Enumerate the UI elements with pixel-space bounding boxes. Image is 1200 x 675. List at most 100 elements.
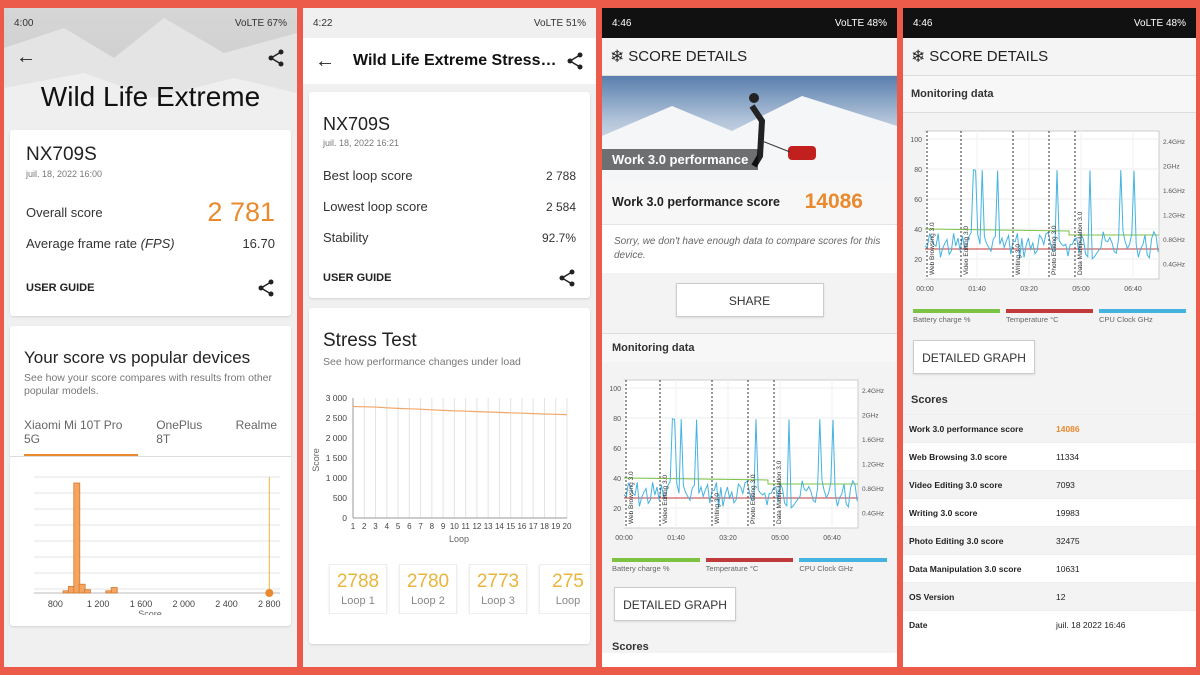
overall-score-label: Overall score bbox=[26, 205, 103, 220]
section-label: Video Editing 3.0 bbox=[963, 226, 970, 275]
section-label: Writing 3.0 bbox=[1015, 244, 1022, 275]
detailed-graph-button[interactable]: DETAILED GRAPH bbox=[913, 340, 1035, 374]
detailed-graph-button[interactable]: DETAILED GRAPH bbox=[614, 587, 736, 621]
score-val: 14086 bbox=[1056, 423, 1080, 434]
status-bar: 4:22 VoLTE 51% bbox=[303, 8, 596, 38]
monitoring-title: Monitoring data bbox=[903, 76, 1196, 113]
x-tick-label: 2 000 bbox=[172, 599, 195, 609]
x-tick: 03:20 bbox=[719, 535, 737, 542]
y-left-tick: 80 bbox=[613, 416, 621, 423]
app-bar: ❄ SCORE DETAILS bbox=[903, 38, 1196, 76]
scores-table: Work 3.0 performance score 14086 Web Brows… bbox=[903, 414, 1196, 638]
fps-label: Average frame rate bbox=[26, 236, 138, 251]
scores-heading: Scores bbox=[911, 394, 948, 406]
snowflake-icon[interactable]: ❄ bbox=[911, 47, 925, 67]
y-right-tick: 0.8GHz bbox=[1163, 237, 1185, 244]
x-tick-label: 2 400 bbox=[215, 599, 238, 609]
loop-card[interactable]: 2788 Loop 1 bbox=[329, 564, 387, 614]
x-tick-label: 1 bbox=[351, 522, 356, 531]
compare-subtitle: See how your score compares with results… bbox=[24, 372, 273, 398]
banner-caption: Work 3.0 performance bbox=[602, 149, 759, 170]
fps-value: 16.70 bbox=[242, 236, 275, 251]
y-left-tick: 100 bbox=[910, 137, 922, 144]
x-tick: 01:40 bbox=[968, 286, 986, 293]
back-arrow-icon[interactable]: ← bbox=[315, 50, 335, 73]
x-tick-label: 18 bbox=[540, 522, 549, 531]
loop-card[interactable]: 2773 Loop 3 bbox=[469, 564, 527, 614]
y-tick-label: 3 000 bbox=[326, 393, 348, 403]
loop-score: 275 bbox=[552, 571, 584, 592]
stat-value: 92.7% bbox=[541, 230, 576, 245]
share-button[interactable]: SHARE bbox=[675, 283, 824, 317]
histogram-bar bbox=[84, 589, 91, 594]
loop-label: Loop 2 bbox=[411, 595, 445, 607]
score-key: Video Editing 3.0 score bbox=[909, 479, 1003, 490]
monitoring-title: Monitoring data bbox=[602, 333, 897, 362]
device-name: NX709S bbox=[26, 144, 97, 165]
user-guide-link[interactable]: USER GUIDE bbox=[26, 282, 94, 294]
x-tick-label: 4 bbox=[385, 522, 390, 531]
section-label: Data Manipulation 3.0 bbox=[1077, 211, 1084, 275]
tab-device[interactable]: Realme bbox=[236, 410, 277, 456]
x-tick-label: 15 bbox=[506, 522, 515, 531]
stat-label: Stability bbox=[323, 230, 369, 245]
x-tick-label: 2 800 bbox=[258, 599, 281, 609]
x-axis-label: Loop bbox=[449, 534, 469, 544]
x-tick: 05:00 bbox=[771, 535, 789, 542]
status-time: 4:00 bbox=[14, 17, 34, 29]
x-tick: 06:40 bbox=[1124, 286, 1142, 293]
x-tick-label: 13 bbox=[484, 522, 493, 531]
share-icon[interactable] bbox=[267, 49, 285, 67]
score-row: OS Version 12 bbox=[903, 582, 1196, 610]
y-left-tick: 20 bbox=[613, 506, 621, 513]
stat-value: 2 788 bbox=[545, 168, 576, 183]
score-row: Video Editing 3.0 score 7093 bbox=[903, 470, 1196, 498]
tab-device[interactable]: Xiaomi Mi 10T Pro 5G bbox=[24, 410, 139, 457]
x-tick-label: 1 200 bbox=[87, 599, 110, 609]
plot-area bbox=[623, 379, 859, 529]
loop-list[interactable]: 2788 Loop 1 2780 Loop 2 2773 Loop 3 275 Loop bbox=[309, 564, 590, 614]
score-histogram: 800 1 200 1 600 2 000 2 400 2 800 Score bbox=[34, 476, 281, 615]
y-right-tick: 0.4GHz bbox=[862, 511, 884, 518]
snowflake-icon[interactable]: ❄ bbox=[610, 47, 624, 67]
your-score-marker bbox=[265, 589, 274, 598]
histogram-bar bbox=[110, 587, 118, 594]
x-tick: 03:20 bbox=[1020, 286, 1038, 293]
loop-card[interactable]: 2780 Loop 2 bbox=[399, 564, 457, 614]
status-time: 4:46 bbox=[913, 17, 933, 29]
score-row: Date juil. 18 2022 16:46 bbox=[903, 610, 1196, 638]
x-tick-label: 6 bbox=[407, 522, 412, 531]
monitoring-legend: Battery charge % Temperature °C CPU Cloc… bbox=[903, 309, 1196, 324]
back-arrow-icon[interactable]: ← bbox=[16, 46, 36, 69]
loop-score: 2788 bbox=[336, 571, 380, 592]
score-row: Web Browsing 3.0 score 11334 bbox=[903, 442, 1196, 470]
x-tick: 00:00 bbox=[615, 535, 633, 542]
loop-card[interactable]: 275 Loop bbox=[539, 564, 590, 614]
x-tick: 01:40 bbox=[667, 535, 685, 542]
score-key: OS Version bbox=[909, 591, 955, 602]
y-tick-label: 1 500 bbox=[326, 453, 348, 463]
score-key: Work 3.0 performance score bbox=[909, 423, 1024, 434]
score-val: juil. 18 2022 16:46 bbox=[1056, 619, 1126, 630]
x-tick-label: 19 bbox=[551, 522, 560, 531]
section-label: Writing 3.0 bbox=[714, 493, 721, 524]
section-label: Photo Editing 3.0 bbox=[750, 474, 757, 524]
page-title: Wild Life Extreme bbox=[40, 81, 261, 112]
tab-device[interactable]: OnePlus 8T bbox=[156, 410, 217, 456]
x-tick-label: 12 bbox=[472, 522, 481, 531]
share-icon[interactable] bbox=[558, 269, 576, 287]
section-label: Data Manipulation 3.0 bbox=[776, 460, 783, 524]
y-left-tick: 20 bbox=[914, 257, 922, 264]
y-left-tick: 60 bbox=[914, 197, 922, 204]
y-right-tick: 1.2GHz bbox=[862, 462, 884, 469]
monitoring-chart: 100 80 60 40 20 2.4GHz 2GHz 1.6GHz 1.2GHz 0.8GHz 0… bbox=[609, 379, 884, 542]
status-bar: 4:00 VoLTE 67% bbox=[4, 8, 297, 38]
y-tick-label: 1 000 bbox=[326, 473, 348, 483]
app-bar: ❄ SCORE DETAILS bbox=[602, 38, 897, 76]
share-icon[interactable] bbox=[566, 52, 584, 70]
status-right: VoLTE 48% bbox=[834, 17, 887, 29]
score-row: Data Manipulation 3.0 score 10631 bbox=[903, 554, 1196, 582]
share-icon[interactable] bbox=[257, 279, 275, 297]
score-key: Web Browsing 3.0 score bbox=[909, 451, 1008, 462]
user-guide-link[interactable]: USER GUIDE bbox=[323, 272, 391, 284]
